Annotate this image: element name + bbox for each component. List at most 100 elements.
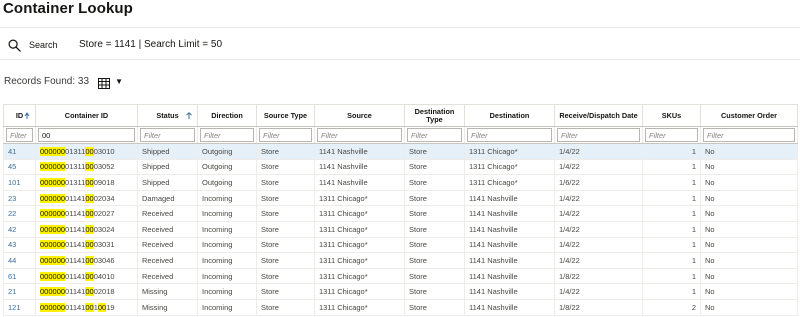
filter-input-date[interactable] [557,128,640,142]
column-header-status[interactable]: Status [137,104,198,127]
filter-input-destination[interactable] [467,128,552,142]
filter-cell [197,126,257,144]
caret-down-icon[interactable]: ▼ [115,77,123,86]
view-icon[interactable] [98,76,111,89]
cell-destination: 1141 Nashville [464,252,555,269]
search-criteria[interactable]: Store = 1141 | Search Limit = 50 [79,39,222,50]
table-row[interactable]: 22 000000011410002027 Received Incoming Stor… [3,205,798,222]
match-highlight: 00 [85,177,94,187]
cell-destination-type: Store [404,221,465,238]
cell-skus: 1 [642,174,701,191]
match-highlight: 00 [56,271,66,281]
cell-direction: Outgoing [197,174,257,191]
table-row[interactable]: 61 000000011410004010 Received Incoming Stor… [3,268,798,285]
cell-source-type: Store [256,143,315,160]
table-row[interactable]: 41 000000013110003010 Shipped Outgoing Store… [3,143,798,160]
table-row[interactable]: 101 000000013110009018 Shipped Outgoing Stor… [3,174,798,191]
cell-source: 1311 Chicago* [314,268,405,285]
cell-source: 1141 Nashville [314,143,405,160]
column-header-skus[interactable]: SKUs [642,104,701,127]
column-header-id[interactable]: ID [3,104,36,127]
filter-input-customer-order[interactable] [703,128,795,142]
cell-direction: Incoming [197,237,257,254]
cell-destination: 1311 Chicago* [464,143,555,160]
cell-status: Received [137,237,198,254]
cell-source: 1311 Chicago* [314,205,405,222]
sort-ascending-icon[interactable] [186,112,192,120]
cell-status: Received [137,268,198,285]
filter-cell [3,126,36,144]
table-row[interactable]: 44 000000011410003046 Received Incoming Stor… [3,252,798,269]
cell-destination-type: Store [404,190,465,207]
filter-input-source[interactable] [317,128,402,142]
cell-destination-type: Store [404,252,465,269]
column-header-direction[interactable]: Direction [197,104,257,127]
search-button[interactable]: Search [8,36,58,54]
column-header-customer-order[interactable]: Customer Order [700,104,798,127]
cell-direction: Incoming [197,299,257,316]
records-found-count: Records Found: 33 [4,75,90,87]
table-row[interactable]: 45 000000013110003052 Shipped Outgoing Store… [3,159,798,176]
cell-source-type: Store [256,283,315,300]
table-row[interactable]: 43 000000011410003031 Received Incoming Stor… [3,237,798,254]
cell-destination: 1141 Nashville [464,283,555,300]
match-highlight: 00 [85,209,94,219]
cell-skus: 1 [642,268,701,285]
table-row[interactable]: 21 000000011410002018 Missing Incoming Store… [3,283,798,300]
cell-container-id: 000000011410003024 [35,221,138,238]
cell-date: 1/8/22 [554,268,643,285]
match-highlight: 00 [97,302,107,312]
match-highlight: 00 [85,287,94,297]
match-highlight: 00 [48,287,57,297]
cell-destination-type: Store [404,237,465,254]
cell-destination: 1141 Nashville [464,190,555,207]
match-highlight: 00 [56,224,66,234]
cell-date: 1/4/22 [554,237,643,254]
sort-ascending-icon[interactable] [24,112,30,120]
cell-id: 42 [3,221,36,238]
filter-input-id[interactable] [6,128,33,142]
cell-status: Missing [137,283,198,300]
cell-source: 1311 Chicago* [314,283,405,300]
match-highlight: 00 [56,287,66,297]
cell-date: 1/4/22 [554,205,643,222]
cell-destination: 1141 Nashville [464,237,555,254]
filter-input-destination-type[interactable] [407,128,462,142]
filter-input-direction[interactable] [200,128,254,142]
column-header-source[interactable]: Source [314,104,405,127]
match-highlight: 00 [48,240,57,250]
cell-date: 1/4/22 [554,221,643,238]
filter-input-status[interactable] [140,128,195,142]
cell-destination: 1141 Nashville [464,299,555,316]
cell-container-id: 000000011410010019 [35,299,138,316]
cell-skus: 1 [642,283,701,300]
match-highlight: 00 [48,209,57,219]
filter-input-container-id[interactable] [38,128,135,142]
cell-status: Shipped [137,174,198,191]
column-header-container-id[interactable]: Container ID [35,104,138,127]
match-highlight: 00 [85,255,94,265]
cell-destination: 1141 Nashville [464,268,555,285]
match-highlight: 00 [85,240,94,250]
filter-input-source-type[interactable] [259,128,312,142]
cell-customer-order: No [700,174,798,191]
table-row[interactable]: 42 000000011410003024 Received Incoming Stor… [3,221,798,238]
column-header-date[interactable]: Receive/Dispatch Date [554,104,643,127]
cell-destination-type: Store [404,205,465,222]
cell-destination: 1311 Chicago* [464,159,555,176]
cell-source-type: Store [256,237,315,254]
column-header-destination-type[interactable]: Destination Type [404,104,465,127]
column-header-source-type[interactable]: Source Type [256,104,315,127]
match-highlight: 00 [48,177,57,187]
filter-input-skus[interactable] [645,128,698,142]
cell-source: 1141 Nashville [314,159,405,176]
table-row[interactable]: 121 000000011410010019 Missing Incoming Stor… [3,299,798,316]
cell-source-type: Store [256,205,315,222]
cell-direction: Incoming [197,221,257,238]
cell-customer-order: No [700,143,798,160]
column-header-destination[interactable]: Destination [464,104,555,127]
cell-customer-order: No [700,190,798,207]
cell-date: 1/4/22 [554,252,643,269]
cell-id: 43 [3,237,36,254]
table-row[interactable]: 23 000000011410002034 Damaged Incoming Store… [3,190,798,207]
